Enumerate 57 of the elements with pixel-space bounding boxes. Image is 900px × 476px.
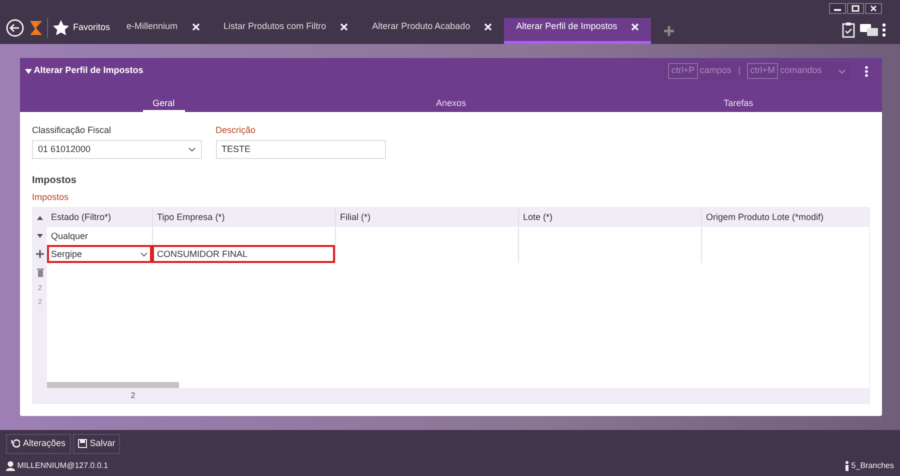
action-button[interactable]: Alterações xyxy=(6,434,71,454)
collapse-icon[interactable] xyxy=(24,68,32,74)
branch-label: 5_Branches xyxy=(851,460,894,472)
grid-label: Impostos xyxy=(32,190,70,204)
close-icon[interactable] xyxy=(865,3,882,14)
shortcut-label: comandos xyxy=(780,64,822,78)
column-header[interactable]: Origem Produto Lote (*modif) xyxy=(701,208,866,226)
field-label: Classificação Fiscal xyxy=(32,124,112,137)
section-tab[interactable]: Anexos xyxy=(307,94,595,112)
chat-icon[interactable] xyxy=(860,23,878,37)
separator: | xyxy=(738,64,740,78)
star-icon[interactable] xyxy=(52,20,68,36)
user-label: MILLENNIUM@127.0.0.1 xyxy=(17,460,108,472)
column-header[interactable]: Tipo Empresa (*) xyxy=(152,208,335,226)
panel-title: Alterar Perfil de Impostos xyxy=(34,64,144,78)
history-icon xyxy=(11,439,20,448)
clipboard-icon[interactable] xyxy=(842,22,855,38)
more-icon[interactable] xyxy=(864,66,868,76)
action-button[interactable]: Salvar xyxy=(72,434,120,454)
add-row-icon[interactable] xyxy=(36,250,44,258)
chevron-icon[interactable] xyxy=(140,252,148,257)
save-icon xyxy=(78,439,87,448)
info-icon xyxy=(845,461,850,471)
input-field[interactable]: TESTE xyxy=(216,140,386,159)
column-header[interactable]: Filial (*) xyxy=(335,208,518,226)
user-icon xyxy=(6,461,15,471)
tab[interactable]: Listar Produtos com Filtro xyxy=(212,18,360,44)
section-tab[interactable]: Geral xyxy=(20,94,308,112)
table-cell: CONSUMIDOR FINAL xyxy=(152,245,335,264)
sort-down-icon[interactable] xyxy=(37,234,43,238)
shortcut-label: campos xyxy=(700,64,732,78)
back-icon[interactable] xyxy=(6,19,24,37)
sort-up-icon[interactable] xyxy=(37,216,43,220)
shortcut-key: ctrl+M xyxy=(747,63,778,79)
field-label: Descrição xyxy=(216,124,257,137)
section-tab[interactable]: Tarefas xyxy=(594,94,882,112)
table-cell-text: Qualquer xyxy=(50,230,90,243)
chevron-icon[interactable] xyxy=(188,146,196,152)
column-header[interactable]: Estado (Filtro*) xyxy=(47,208,152,226)
scrollbar[interactable] xyxy=(47,382,179,388)
logo-icon[interactable] xyxy=(28,19,42,37)
add-tab-icon[interactable] xyxy=(663,25,676,37)
minimize-icon[interactable] xyxy=(829,3,846,14)
chevron-icon[interactable] xyxy=(838,68,846,74)
row-count: 2 xyxy=(130,390,136,402)
tab[interactable]: Alterar Produto Acabado xyxy=(360,18,504,44)
trash-icon[interactable] xyxy=(36,268,44,277)
more-icon[interactable] xyxy=(882,23,886,37)
maximize-icon[interactable] xyxy=(847,3,864,14)
column-header[interactable]: Lote (*) xyxy=(518,208,701,226)
select-field[interactable]: 01 61012000 xyxy=(32,140,202,159)
tab[interactable]: e-Millennium xyxy=(114,18,212,44)
favorites-link[interactable]: Favoritos xyxy=(73,21,110,35)
section-heading: Impostos xyxy=(32,174,78,188)
shortcut-key: ctrl+P xyxy=(668,63,698,79)
select-cell[interactable]: Sergipe xyxy=(47,245,152,264)
tab[interactable]: Alterar Perfil de Impostos xyxy=(504,18,652,44)
